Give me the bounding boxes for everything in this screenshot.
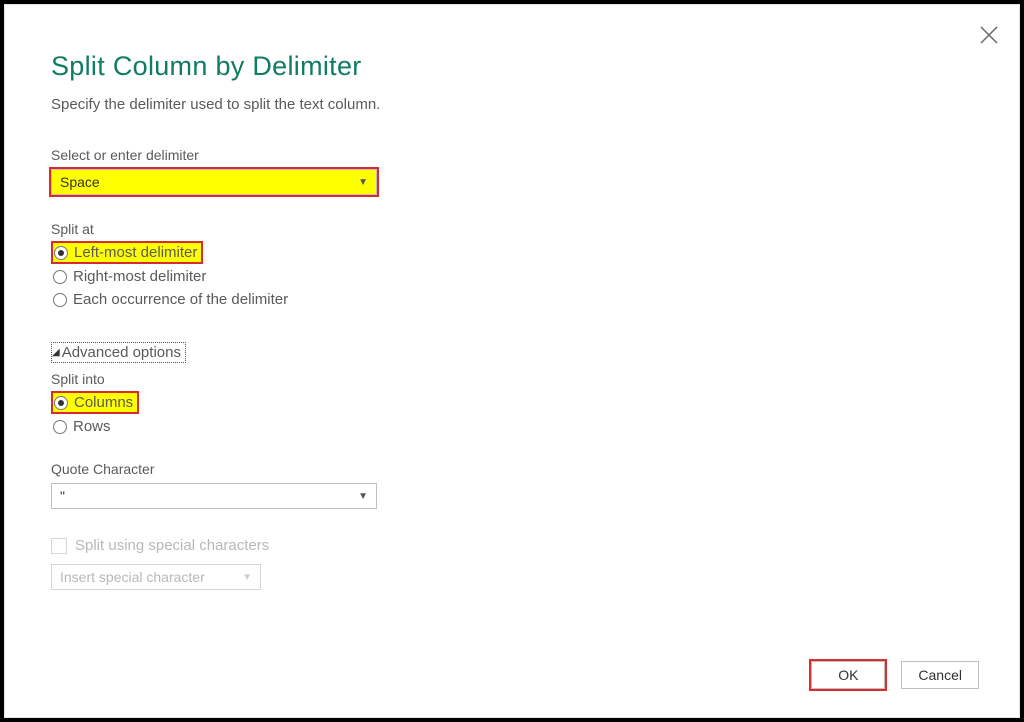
insert-special-label: Insert special character	[60, 569, 205, 585]
delimiter-label: Select or enter delimiter	[51, 147, 979, 163]
delimiter-value: Space	[60, 174, 100, 190]
delimiter-section: Select or enter delimiter Space ▼	[51, 147, 979, 195]
advanced-section: ◢ Advanced options Split into Columns Ro…	[51, 342, 979, 590]
ok-button[interactable]: OK	[811, 661, 885, 689]
dialog-title: Split Column by Delimiter	[51, 51, 979, 82]
split-into-columns[interactable]: Columns	[53, 393, 979, 412]
chevron-down-icon: ▼	[242, 572, 252, 583]
radio-icon	[53, 420, 67, 434]
split-at-section: Split at Left-most delimiter Right-most …	[51, 221, 979, 308]
split-into-section: Split into Columns Rows	[51, 371, 979, 435]
split-at-each-label: Each occurrence of the delimiter	[73, 291, 288, 308]
split-at-right-label: Right-most delimiter	[73, 268, 206, 285]
radio-icon	[54, 396, 68, 410]
split-at-label: Split at	[51, 221, 979, 237]
chevron-down-icon: ▼	[358, 491, 368, 502]
split-into-radios: Columns Rows	[53, 393, 979, 435]
advanced-options-toggle[interactable]: ◢ Advanced options	[51, 342, 186, 363]
radio-icon	[54, 246, 68, 260]
dialog-subtitle: Specify the delimiter used to split the …	[51, 96, 979, 113]
ok-button-label: OK	[838, 667, 858, 683]
caret-down-icon: ◢	[52, 347, 60, 358]
quote-value: "	[60, 488, 65, 504]
split-at-left-label: Left-most delimiter	[74, 244, 197, 261]
split-into-rows[interactable]: Rows	[53, 418, 979, 435]
split-at-left[interactable]: Left-most delimiter	[53, 243, 979, 262]
advanced-options-label: Advanced options	[62, 344, 181, 361]
radio-icon	[53, 293, 67, 307]
quote-section: Quote Character " ▼	[51, 461, 979, 509]
special-chars-checkbox[interactable]: Split using special characters	[51, 537, 979, 554]
cancel-button[interactable]: Cancel	[901, 661, 979, 689]
insert-special-select: Insert special character ▼	[51, 564, 261, 590]
split-into-rows-label: Rows	[73, 418, 111, 435]
delimiter-select[interactable]: Space ▼	[51, 169, 377, 195]
dialog-frame: Split Column by Delimiter Specify the de…	[0, 0, 1024, 722]
close-button[interactable]	[977, 23, 1001, 47]
quote-select[interactable]: " ▼	[51, 483, 377, 509]
split-at-radios: Left-most delimiter Right-most delimiter…	[53, 243, 979, 308]
split-into-columns-label: Columns	[74, 394, 133, 411]
radio-icon	[53, 270, 67, 284]
quote-label: Quote Character	[51, 461, 979, 477]
cancel-button-label: Cancel	[918, 667, 962, 683]
special-chars-label: Split using special characters	[75, 537, 269, 554]
chevron-down-icon: ▼	[358, 177, 368, 188]
close-icon	[977, 23, 1001, 47]
split-at-right[interactable]: Right-most delimiter	[53, 268, 979, 285]
dialog-footer: OK Cancel	[811, 661, 979, 689]
dialog-body: Split Column by Delimiter Specify the de…	[4, 4, 1020, 718]
checkbox-icon	[51, 538, 67, 554]
split-at-each[interactable]: Each occurrence of the delimiter	[53, 291, 979, 308]
split-into-label: Split into	[51, 371, 979, 387]
